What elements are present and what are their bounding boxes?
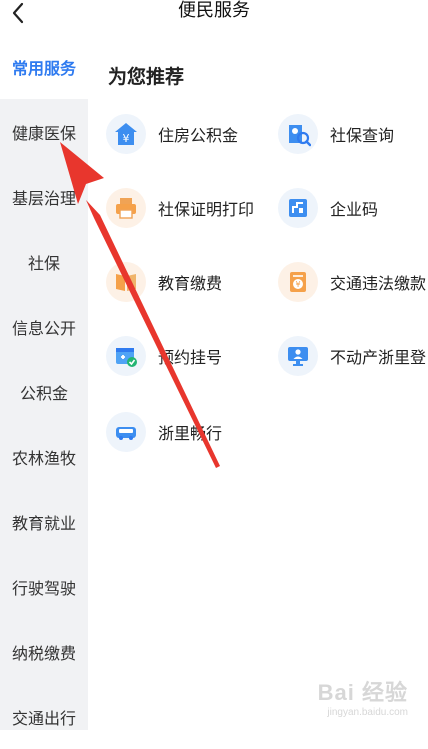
top-bar: 便民服务 (0, 0, 428, 35)
page-title: 便民服务 (178, 0, 250, 21)
service-housing-fund[interactable]: ¥ 住房公积金 (106, 112, 238, 156)
sidebar-item-label: 行驶驾驶 (11, 578, 76, 598)
sidebar-item-label: 纳税缴费 (11, 643, 76, 663)
sidebar-item-info-disclosure[interactable]: 信息公开 (0, 294, 88, 359)
service-label: 不动产浙里登 (330, 348, 427, 367)
service-label: 社保证明打印 (158, 200, 255, 219)
sidebar-item-label: 常用服务 (11, 58, 76, 78)
sidebar-item-housing-fund[interactable]: 公积金 (0, 359, 88, 424)
service-appointment-registration[interactable]: 预约挂号 (106, 334, 222, 378)
service-label: 社保查询 (330, 126, 395, 145)
enterprise-code-icon (278, 188, 318, 228)
service-education-payment[interactable]: 教育缴费 (106, 260, 222, 304)
printer-icon (106, 188, 146, 228)
education-book-icon (106, 262, 146, 302)
sidebar-item-education-employment[interactable]: 教育就业 (0, 489, 88, 554)
sidebar-item-label: 交通出行 (11, 708, 76, 728)
svg-text:¥: ¥ (295, 280, 300, 289)
sidebar-item-health-medical[interactable]: 健康医保 (0, 99, 88, 164)
sidebar-item-label: 公积金 (19, 383, 68, 403)
sidebar-item-tax-payment[interactable]: 纳税缴费 (0, 619, 88, 684)
watermark: Bai 经验 jingyan.baidu.com (318, 675, 408, 718)
monitor-person-icon (278, 336, 318, 376)
sidebar-item-label: 信息公开 (11, 318, 76, 338)
watermark-url: jingyan.baidu.com (327, 707, 408, 718)
service-label: 交通违法缴款 (330, 274, 427, 293)
sidebar-item-label: 社保 (27, 253, 60, 273)
housing-fund-icon: ¥ (106, 114, 146, 154)
service-label: 预约挂号 (158, 348, 223, 367)
service-label: 浙里畅行 (158, 424, 223, 443)
service-enterprise-code[interactable]: 企业码 (278, 186, 378, 230)
category-sidebar: 常用服务 健康医保 基层治理 社保 信息公开 公积金 农林渔牧 教育就业 行驶驾… (0, 34, 88, 730)
sidebar-item-label: 教育就业 (11, 513, 76, 533)
sidebar-item-label: 农林渔牧 (11, 448, 76, 468)
service-real-estate-registration[interactable]: 不动产浙里登 (278, 334, 426, 378)
sidebar-item-label: 基层治理 (11, 188, 76, 208)
service-social-security-certificate-print[interactable]: 社保证明打印 (106, 186, 254, 230)
service-label: 企业码 (330, 200, 379, 219)
sidebar-item-driving[interactable]: 行驶驾驶 (0, 554, 88, 619)
service-label: 教育缴费 (158, 274, 223, 293)
section-title: 为您推荐 (108, 66, 185, 88)
bus-icon (106, 412, 146, 452)
sidebar-item-common-services[interactable]: 常用服务 (0, 34, 88, 99)
service-panel: 为您推荐 ¥ 住房公积金 社保查询 社保证明打印 企业码 教育缴费 ¥ 交通违法… (88, 34, 428, 730)
social-security-query-icon (278, 114, 318, 154)
sidebar-item-label: 健康医保 (11, 123, 76, 143)
sidebar-item-grassroots-governance[interactable]: 基层治理 (0, 164, 88, 229)
sidebar-item-social-security[interactable]: 社保 (0, 229, 88, 294)
traffic-fine-icon: ¥ (278, 262, 318, 302)
sidebar-item-transportation[interactable]: 交通出行 (0, 684, 88, 749)
service-label: 住房公积金 (158, 126, 239, 145)
svg-text:¥: ¥ (123, 132, 130, 145)
watermark-logo-text: Bai 经验 (317, 680, 408, 705)
service-traffic-violation-payment[interactable]: ¥ 交通违法缴款 (278, 260, 426, 304)
calendar-appointment-icon (106, 336, 146, 376)
service-social-security-query[interactable]: 社保查询 (278, 112, 394, 156)
sidebar-item-agriculture[interactable]: 农林渔牧 (0, 424, 88, 489)
service-zheli-travel[interactable]: 浙里畅行 (106, 410, 222, 454)
